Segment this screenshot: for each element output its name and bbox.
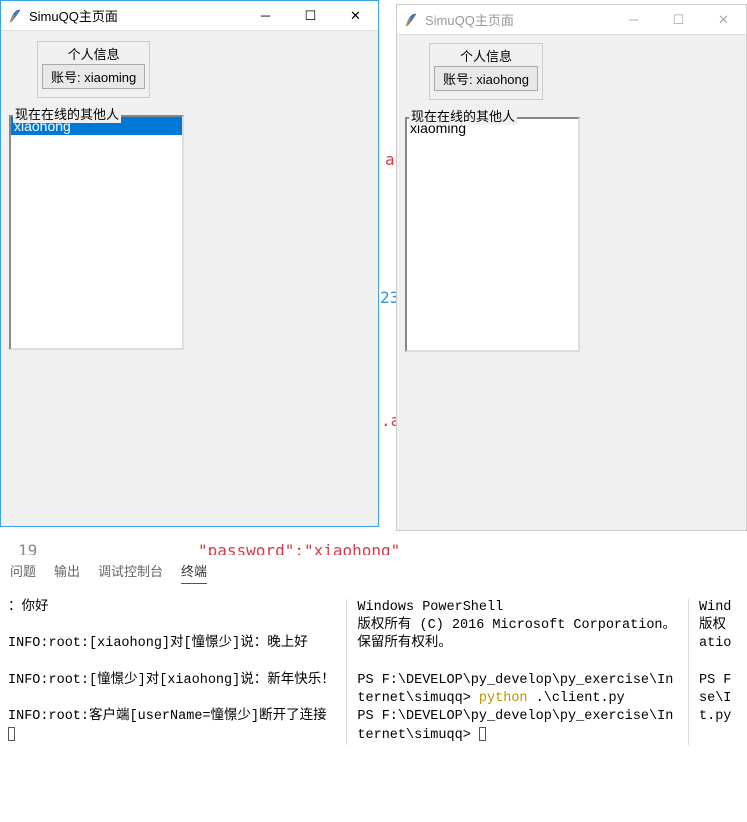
cursor — [479, 727, 486, 741]
titlebar[interactable]: SimuQQ主页面 ─ ☐ ✕ — [397, 5, 746, 35]
maximize-button[interactable]: ☐ — [288, 1, 333, 30]
simuqq-window-2: SimuQQ主页面 ─ ☐ ✕ 个人信息 账号: xiaohong 现在在线的其… — [396, 4, 747, 531]
panel-tabs: 问题 输出 调试控制台 终端 — [0, 555, 747, 589]
terminal-pane-1[interactable]: ：你好 INFO:root:[xiaohong]对[憧憬少]说：晚上好 INFO… — [8, 599, 347, 745]
tab-debug[interactable]: 调试控制台 — [98, 561, 163, 584]
personal-info-frame: 个人信息 账号: xiaoming — [37, 41, 150, 98]
tk-feather-icon — [403, 12, 419, 28]
account-label[interactable]: 账号: xiaohong — [434, 66, 538, 91]
online-users-label: 现在在线的其他人 — [409, 106, 517, 125]
close-button[interactable]: ✕ — [701, 5, 746, 34]
minimize-button[interactable]: ─ — [243, 1, 288, 30]
online-users-listbox[interactable]: xiaohong — [9, 115, 184, 350]
tab-problems[interactable]: 问题 — [10, 561, 36, 584]
maximize-button[interactable]: ☐ — [656, 5, 701, 34]
window-title: SimuQQ主页面 — [425, 10, 611, 29]
close-button[interactable]: ✕ — [333, 1, 378, 30]
online-users-label: 现在在线的其他人 — [13, 104, 121, 123]
bottom-panel: 问题 输出 调试控制台 终端 ：你好 INFO:root:[xiaohong]对… — [0, 555, 747, 745]
tab-output[interactable]: 输出 — [54, 561, 80, 584]
online-users-listbox[interactable]: xiaoming — [405, 117, 580, 352]
personal-info-label: 个人信息 — [434, 46, 538, 65]
titlebar[interactable]: SimuQQ主页面 ─ ☐ ✕ — [1, 1, 378, 31]
personal-info-frame: 个人信息 账号: xiaohong — [429, 43, 543, 100]
terminal-pane-2[interactable]: Windows PowerShell 版权所有 (C) 2016 Microso… — [357, 599, 689, 745]
tab-terminal[interactable]: 终端 — [181, 561, 207, 584]
account-label[interactable]: 账号: xiaoming — [42, 64, 145, 89]
terminal-pane-3[interactable]: Wind 版权 atio PS F se\I t.py — [699, 599, 739, 745]
simuqq-window-1: SimuQQ主页面 ─ ☐ ✕ 个人信息 账号: xiaoming 现在在线的其… — [0, 0, 379, 527]
minimize-button[interactable]: ─ — [611, 5, 656, 34]
tk-feather-icon — [7, 8, 23, 24]
cursor — [8, 727, 15, 741]
personal-info-label: 个人信息 — [42, 44, 145, 63]
window-title: SimuQQ主页面 — [29, 6, 243, 25]
